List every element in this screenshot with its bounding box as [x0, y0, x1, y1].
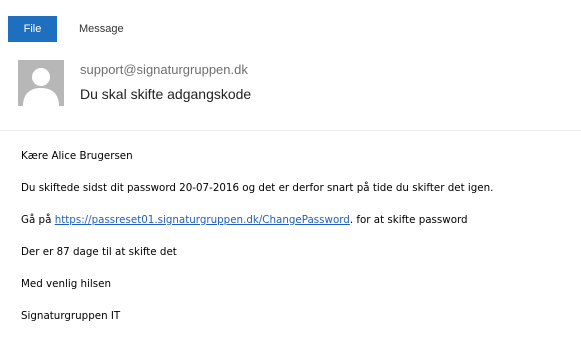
sender-address[interactable]: support@signaturgruppen.dk	[80, 62, 248, 77]
body-paragraph-instructions: Gå på https://passreset01.signaturgruppe…	[21, 214, 468, 226]
instructions-prefix: Gå på	[21, 214, 55, 226]
message-header: support@signaturgruppen.dk Du skal skift…	[0, 42, 581, 120]
body-paragraph-last-changed: Du skiftede sidst dit password 20-07-201…	[21, 182, 494, 194]
signature-text: Signaturgruppen IT	[21, 310, 121, 322]
body-paragraph-days-left: Der er 87 dage til at skifte det	[21, 246, 177, 258]
instructions-suffix: . for at skifte password	[349, 214, 468, 226]
message-subject: Du skal skifte adgangskode	[80, 86, 252, 102]
greeting-text: Kære Alice Brugersen	[21, 150, 133, 162]
email-window: File Message support@signaturgruppen.dk …	[0, 0, 581, 356]
change-password-link[interactable]: https://passreset01.signaturgruppen.dk/C…	[55, 214, 350, 226]
tab-file[interactable]: File	[8, 16, 57, 42]
header-divider	[0, 130, 581, 131]
ribbon-tab-bar: File Message	[0, 0, 581, 42]
closing-text: Med venlig hilsen	[21, 278, 111, 290]
tab-message[interactable]: Message	[67, 16, 136, 42]
person-silhouette-icon	[18, 60, 64, 106]
avatar	[18, 60, 64, 106]
